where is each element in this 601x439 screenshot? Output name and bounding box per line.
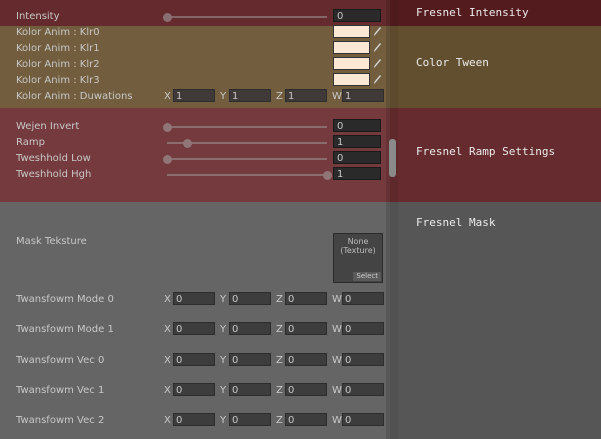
vector-w-field[interactable]: 0 (342, 353, 384, 366)
vector-x-field[interactable]: 0 (173, 413, 215, 426)
axis-x-label: X (164, 385, 171, 396)
mask-texture-label: Mask Teksture (16, 236, 87, 247)
vector-y-field[interactable]: 0 (229, 383, 271, 396)
axis-y-label: Y (220, 91, 227, 102)
axis-y-label: Y (220, 385, 227, 396)
color-swatch-2[interactable] (333, 57, 370, 70)
axis-x-label: X (164, 91, 171, 102)
color-swatch-3[interactable] (333, 73, 370, 86)
vector-row-label: Twansfowm Vec 1 (16, 385, 105, 396)
axis-z-label: Z (276, 355, 283, 366)
ramp-slider-2[interactable] (163, 155, 327, 164)
section-title-ramp: Fresnel Ramp Settings (416, 145, 556, 158)
section-title-mask: Fresnel Mask (416, 216, 496, 229)
axis-w-label: W (332, 355, 342, 366)
ramp-field-0[interactable]: 0 (333, 119, 381, 132)
vector-z-field[interactable]: 0 (285, 413, 327, 426)
color-label-0: Kolor Anim : Klr0 (16, 27, 100, 38)
scrollbar[interactable] (386, 0, 398, 439)
axis-w-label: W (332, 91, 342, 102)
intensity-field[interactable]: 0 (333, 9, 381, 22)
vector-x-field[interactable]: 0 (173, 322, 215, 335)
ramp-field-1[interactable]: 1 (333, 135, 381, 148)
durations-z-field[interactable]: 1 (285, 89, 327, 102)
vector-z-field[interactable]: 0 (285, 322, 327, 335)
vector-w-field[interactable]: 0 (342, 413, 384, 426)
axis-w-label: W (332, 415, 342, 426)
durations-x-field[interactable]: 1 (173, 89, 215, 102)
ramp-label-1: Ramp (16, 137, 45, 148)
vector-y-field[interactable]: 0 (229, 353, 271, 366)
color-label-3: Kolor Anim : Klr3 (16, 75, 100, 86)
vector-w-field[interactable]: 0 (342, 383, 384, 396)
ramp-slider-1[interactable] (167, 139, 327, 148)
intensity-label: Intensity (16, 11, 60, 22)
vector-x-field[interactable]: 0 (173, 353, 215, 366)
axis-z-label: Z (276, 294, 283, 305)
vector-row-label: Twansfowm Mode 0 (16, 294, 114, 305)
axis-w-label: W (332, 294, 342, 305)
axis-x-label: X (164, 355, 171, 366)
eyedropper-icon[interactable] (373, 58, 382, 69)
axis-z-label: Z (276, 324, 283, 335)
axis-z-label: Z (276, 385, 283, 396)
section-title-color: Color Tween (416, 56, 489, 69)
vector-row-label: Twansfowm Mode 1 (16, 324, 114, 335)
axis-x-label: X (164, 324, 171, 335)
eyedropper-icon[interactable] (373, 42, 382, 53)
texture-type-label: (Texture) (340, 246, 376, 255)
axis-w-label: W (332, 324, 342, 335)
axis-w-label: W (332, 385, 342, 396)
vector-z-field[interactable]: 0 (285, 383, 327, 396)
color-swatch-1[interactable] (333, 41, 370, 54)
vector-row-label: Twansfowm Vec 0 (16, 355, 105, 366)
vector-w-field[interactable]: 0 (342, 322, 384, 335)
durations-y-field[interactable]: 1 (229, 89, 271, 102)
color-swatch-0[interactable] (333, 25, 370, 38)
vector-w-field[interactable]: 0 (342, 292, 384, 305)
slider-thumb[interactable] (163, 13, 172, 22)
axis-y-label: Y (220, 324, 227, 335)
slider-thumb[interactable] (323, 171, 332, 180)
texture-select-button[interactable]: Select (353, 272, 381, 281)
color-label-1: Kolor Anim : Klr1 (16, 43, 100, 54)
ramp-field-2[interactable]: 0 (333, 151, 381, 164)
axis-y-label: Y (220, 294, 227, 305)
vector-x-field[interactable]: 0 (173, 292, 215, 305)
vector-y-field[interactable]: 0 (229, 322, 271, 335)
axis-z-label: Z (276, 415, 283, 426)
texture-slot[interactable]: None (Texture) Select (333, 233, 383, 283)
ramp-label-3: Tweshhold Hgh (16, 169, 92, 180)
color-label-2: Kolor Anim : Klr2 (16, 59, 100, 70)
scrollbar-thumb[interactable] (389, 139, 396, 177)
texture-none-label: None (347, 237, 369, 246)
slider-thumb[interactable] (163, 123, 172, 132)
eyedropper-icon[interactable] (373, 26, 382, 37)
ramp-label-0: Wejen Invert (16, 121, 80, 132)
durations-label: Kolor Anim : Duwations (16, 91, 133, 102)
axis-x-label: X (164, 415, 171, 426)
texture-none-text: None (Texture) (334, 237, 382, 255)
axis-y-label: Y (220, 355, 227, 366)
vector-row-label: Twansfowm Vec 2 (16, 415, 105, 426)
slider-thumb[interactable] (183, 139, 192, 148)
axis-z-label: Z (276, 91, 283, 102)
ramp-field-3[interactable]: 1 (333, 167, 381, 180)
axis-x-label: X (164, 294, 171, 305)
ramp-label-2: Tweshhold Low (16, 153, 91, 164)
ramp-slider-0[interactable] (163, 123, 327, 132)
section-title-intensity: Fresnel Intensity (416, 6, 529, 19)
eyedropper-icon[interactable] (373, 74, 382, 85)
intensity-slider[interactable] (163, 13, 327, 22)
vector-y-field[interactable]: 0 (229, 292, 271, 305)
vector-y-field[interactable]: 0 (229, 413, 271, 426)
axis-y-label: Y (220, 415, 227, 426)
vector-z-field[interactable]: 0 (285, 292, 327, 305)
durations-w-field[interactable]: 1 (342, 89, 384, 102)
slider-thumb[interactable] (163, 155, 172, 164)
vector-z-field[interactable]: 0 (285, 353, 327, 366)
ramp-slider-3[interactable] (167, 171, 332, 180)
vector-x-field[interactable]: 0 (173, 383, 215, 396)
